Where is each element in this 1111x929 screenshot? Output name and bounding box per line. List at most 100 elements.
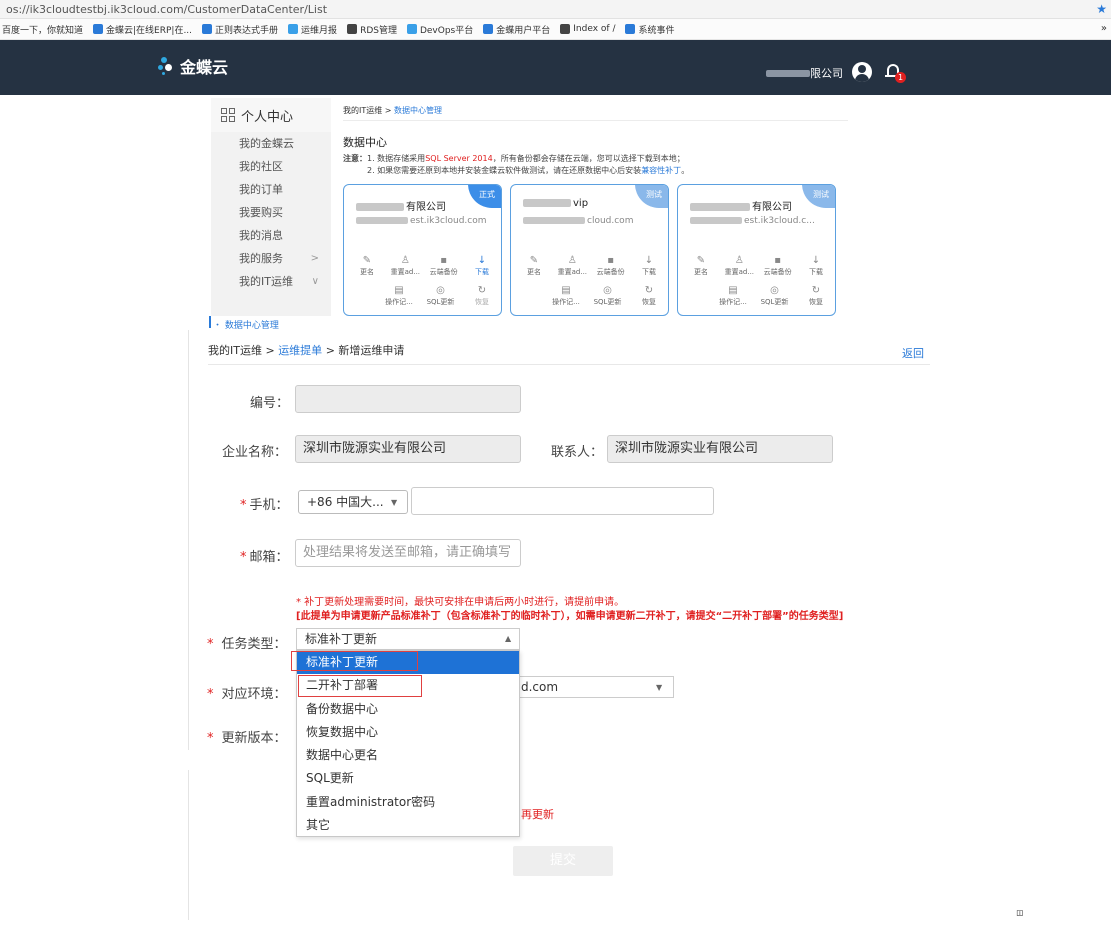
task-type-option[interactable]: 备份数据中心	[297, 698, 519, 721]
card-action-button[interactable]: ♙ 重置ad...	[724, 255, 754, 277]
kingdee-logo[interactable]: 金蝶云	[158, 54, 228, 78]
contact-label: 联系人：	[551, 445, 604, 460]
bookmark-favicon-icon	[93, 24, 104, 34]
email-label: * 邮箱：	[240, 550, 289, 565]
chevron-down-icon: ▼	[656, 683, 663, 692]
sidebar-item[interactable]: 我的订单	[211, 178, 331, 201]
bookmark-star-icon[interactable]: ★	[1096, 2, 1107, 16]
bookmark-item[interactable]: 金蝶云|在线ERP|在...	[93, 23, 192, 36]
datacenter-card[interactable]: 测试 有限公司 est.ik3cloud.c... ✎ 更名 ♙ 重置ad... ▪ 云端备份 ↓…	[677, 184, 836, 316]
card-action-button[interactable]: ◎ SQL更新	[593, 285, 623, 307]
patch-time-hint: * 补丁更新处理需要时间，最快可安排在申请后两小时进行，请提前申请。	[296, 597, 625, 608]
phone-input[interactable]	[411, 487, 714, 515]
chevron-icon: >	[310, 253, 319, 264]
bookmark-item[interactable]: DevOps平台	[406, 23, 473, 36]
back-link[interactable]: 返回	[902, 345, 924, 361]
sidebar-item[interactable]: 我的社区	[211, 155, 331, 178]
action-icon: ◎	[436, 285, 445, 296]
card-action-button[interactable]: ↓ 下载	[634, 255, 664, 277]
card-action-button[interactable]: ◎ SQL更新	[760, 285, 790, 307]
action-icon: ↓	[811, 255, 821, 266]
user-avatar-icon[interactable]	[852, 62, 872, 82]
task-type-option[interactable]: 重置administrator密码	[297, 791, 519, 814]
bookmark-item[interactable]: RDS管理	[347, 23, 397, 36]
number-field	[295, 385, 521, 413]
datacenter-note: 注意：1. 数据存储采用SQL Server 2014，所有备份都会存储在云端，…	[343, 154, 690, 175]
card-action-button[interactable]: ↓ 下载	[467, 255, 497, 277]
sidebar-item[interactable]: 我的服务 >	[211, 247, 331, 270]
card-action-button[interactable]: ↻ 恢复	[801, 285, 831, 307]
card-action-button[interactable]: ◎ SQL更新	[426, 285, 456, 307]
action-icon: ✎	[529, 255, 539, 266]
env-badge: 正式	[468, 185, 501, 208]
sidebar-item[interactable]: 我的消息	[211, 224, 331, 247]
bookmark-favicon-icon	[288, 24, 299, 34]
card-action-button[interactable]: ✎ 更名	[519, 255, 549, 277]
action-icon: ▪	[774, 255, 782, 266]
sidebar-title: 个人中心	[241, 109, 294, 125]
email-input[interactable]: 处理结果将发送至邮箱，请正确填写	[295, 539, 521, 567]
card-action-button[interactable]: ▤ 操作记...	[551, 285, 581, 307]
bookmark-item[interactable]: 运维月报	[288, 23, 337, 36]
action-icon: ▤	[561, 285, 571, 296]
compat-patch-link[interactable]: 兼容性补丁	[641, 166, 681, 175]
submit-button[interactable]: 提交	[513, 846, 613, 876]
env-label: * 对应环境：	[207, 687, 287, 702]
bookmark-item[interactable]: Index of /	[560, 24, 615, 34]
card-action-button[interactable]: ✎ 更名	[352, 255, 382, 277]
task-type-option[interactable]: 标准补丁更新	[297, 651, 519, 675]
card-action-button[interactable]: ↻ 恢复	[634, 285, 664, 307]
card-action-button[interactable]: ↓ 下载	[801, 255, 831, 277]
task-type-option[interactable]: 恢复数据中心	[297, 721, 519, 744]
address-bar[interactable]: os://ik3cloudtestbj.ik3cloud.com/Custome…	[0, 0, 1111, 19]
bookmark-item[interactable]: 系统事件	[625, 23, 675, 36]
number-label: 编号：	[250, 396, 290, 411]
user-company-name[interactable]: 限公司	[810, 65, 843, 81]
action-icon: ♙	[400, 255, 410, 266]
action-icon: ◎	[603, 285, 612, 296]
user-name-blurred	[766, 70, 810, 77]
task-type-option[interactable]: 其它	[297, 814, 519, 837]
breadcrumb-datacenter-link[interactable]: 数据中心管理	[394, 106, 442, 115]
breadcrumb-ticket-link[interactable]: 运维提单	[278, 344, 322, 357]
country-code-select[interactable]: +86 中国大... ▼	[298, 490, 408, 514]
card-action-button[interactable]: ▤ 操作记...	[718, 285, 748, 307]
sidebar-header[interactable]: 个人中心	[211, 98, 331, 132]
card-action-button[interactable]: ✎ 更名	[686, 255, 716, 277]
card-action-button[interactable]: ▪ 云端备份	[429, 255, 459, 277]
sidebar-item[interactable]: 我要购买	[211, 201, 331, 224]
sidebar-item-datacenter[interactable]: ・ 数据中心管理	[213, 318, 279, 331]
form-breadcrumb: 我的IT运维 > 运维提单 > 新增运维申请	[208, 344, 405, 357]
task-type-option[interactable]: SQL更新	[297, 767, 519, 790]
notification-bell-icon[interactable]: 1	[885, 62, 906, 83]
sidebar-item[interactable]: 我的IT运维 ∨	[211, 270, 331, 293]
task-type-option[interactable]: 数据中心更名	[297, 744, 519, 767]
logo-dots-icon	[158, 55, 176, 77]
action-icon: ↻	[811, 285, 821, 296]
top-header: 金蝶云 限公司 1	[0, 40, 1111, 95]
environment-select[interactable]: d.com ▼	[515, 676, 674, 698]
bookmark-favicon-icon	[625, 24, 636, 34]
datacenter-card[interactable]: 测试 vip cloud.com ✎ 更名 ♙ 重置ad... ▪ 云端备份 ↓ 下载 ▤ 操作记...…	[510, 184, 669, 316]
card-action-button[interactable]: ♙ 重置ad...	[557, 255, 587, 277]
sidebar-item[interactable]: 我的金蝶云	[211, 132, 331, 155]
url-text: os://ik3cloudtestbj.ik3cloud.com/Custome…	[6, 3, 328, 16]
datacenter-card[interactable]: 正式 有限公司 est.ik3cloud.com ✎ 更名 ♙ 重置ad... ▪ 云端备份 ↓ 下…	[343, 184, 502, 316]
more-bookmarks-icon[interactable]: »	[1101, 23, 1107, 34]
card-action-button[interactable]: ▪ 云端备份	[596, 255, 626, 277]
chevron-up-icon: ▲	[505, 634, 512, 643]
task-type-select[interactable]: 标准补丁更新 ▲	[296, 628, 520, 650]
card-action-button[interactable]: ↻ 恢复	[467, 285, 497, 307]
bookmark-item[interactable]: 金蝶用户平台	[483, 23, 550, 36]
action-icon: ♙	[567, 255, 577, 266]
bookmark-favicon-icon	[406, 24, 417, 34]
card-action-button[interactable]: ▪ 云端备份	[763, 255, 793, 277]
bookmark-item[interactable]: 正则表达式手册	[202, 23, 278, 36]
card-action-button[interactable]: ♙ 重置ad...	[390, 255, 420, 277]
company-field: 深圳市陇源实业有限公司	[295, 435, 521, 463]
divider	[208, 364, 930, 365]
task-type-option[interactable]: 二开补丁部署	[297, 674, 519, 697]
card-action-button[interactable]: ▤ 操作记...	[384, 285, 414, 307]
bookmark-item[interactable]: 百度一下，你就知道	[2, 23, 83, 36]
action-icon: ↓	[477, 255, 487, 266]
